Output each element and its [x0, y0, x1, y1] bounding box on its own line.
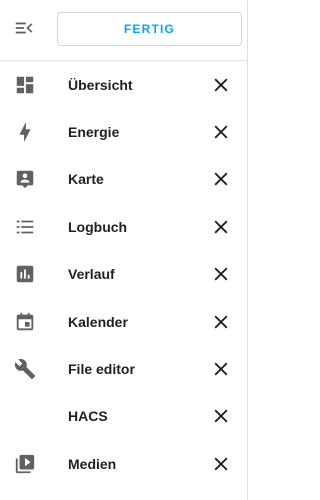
sidebar-item-karte[interactable]: Karte: [0, 156, 248, 203]
lightning-bolt-icon: [13, 120, 37, 144]
remove-verlauf-button[interactable]: [208, 261, 234, 287]
remove-uebersicht-button[interactable]: [208, 72, 234, 98]
remove-karte-button[interactable]: [208, 166, 234, 192]
remove-medien-button[interactable]: [208, 451, 234, 477]
remove-kalender-button[interactable]: [208, 309, 234, 335]
close-icon: [214, 125, 228, 139]
sidebar-item-medien[interactable]: Medien: [0, 440, 248, 487]
menu-collapse-icon: [13, 17, 35, 44]
sidebar-item-file-editor[interactable]: File editor: [0, 345, 248, 392]
close-icon: [214, 220, 228, 234]
sidebar-item-label: Karte: [68, 171, 104, 188]
wrench-icon: [13, 357, 37, 381]
close-icon: [214, 315, 228, 329]
close-icon: [214, 172, 228, 186]
sidebar-item-label: Energie: [68, 124, 120, 141]
sidebar-item-label: Kalender: [68, 313, 128, 330]
close-icon: [214, 78, 228, 92]
sidebar-item-hacs[interactable]: HACS: [0, 393, 248, 440]
done-button[interactable]: FERTIG: [57, 12, 242, 46]
sidebar-item-energie[interactable]: Energie: [0, 108, 248, 155]
sidebar-item-logbuch[interactable]: Logbuch: [0, 203, 248, 250]
collapse-sidebar-button[interactable]: [10, 16, 38, 44]
sidebar-item-list: Übersicht Energie Karte Logbuch Verlauf …: [0, 61, 248, 488]
sidebar-item-label: File editor: [68, 361, 135, 378]
sidebar-panel: FERTIG Übersicht Energie Karte Logbuch V…: [0, 0, 248, 500]
play-box-multiple-icon: [13, 452, 37, 476]
close-icon: [214, 267, 228, 281]
sidebar-item-uebersicht[interactable]: Übersicht: [0, 61, 248, 108]
sidebar-item-kalender[interactable]: Kalender: [0, 298, 248, 345]
sidebar-item-label: Übersicht: [68, 76, 133, 93]
close-icon: [214, 362, 228, 376]
close-icon: [214, 457, 228, 471]
chart-box-icon: [13, 262, 37, 286]
sidebar-item-label: Logbuch: [68, 218, 128, 235]
remove-hacs-button[interactable]: [208, 403, 234, 429]
dashboard-icon: [13, 73, 37, 97]
close-icon: [214, 409, 228, 423]
sidebar-item-verlauf[interactable]: Verlauf: [0, 251, 248, 298]
remove-file-editor-button[interactable]: [208, 356, 234, 382]
remove-energie-button[interactable]: [208, 119, 234, 145]
calendar-icon: [13, 310, 37, 334]
account-box-icon: [13, 167, 37, 191]
sidebar-item-label: Verlauf: [68, 266, 115, 283]
format-list-bulleted-icon: [13, 215, 37, 239]
remove-logbuch-button[interactable]: [208, 214, 234, 240]
sidebar-item-label: HACS: [68, 408, 108, 425]
sidebar-header: FERTIG: [0, 0, 248, 60]
sidebar-item-label: Medien: [68, 455, 117, 472]
